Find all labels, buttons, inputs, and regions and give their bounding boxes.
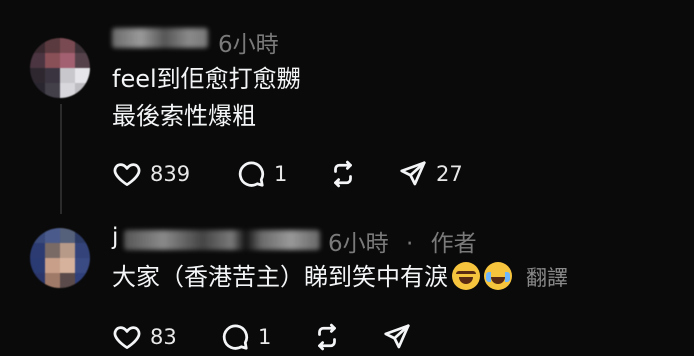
comment-item: j 6小時 · 作者 大家（香港苦主）睇到笑中有淚 翻譯 83 1 <box>0 216 694 356</box>
reply-count: 1 <box>274 162 288 186</box>
avatar[interactable] <box>30 228 90 288</box>
comment-icon <box>238 161 265 187</box>
thread-line <box>60 104 62 214</box>
action-bar: 839 1 27 <box>112 157 478 191</box>
translate-link[interactable]: 翻譯 <box>526 266 568 290</box>
action-bar: 83 1 <box>112 320 442 354</box>
avatar[interactable] <box>30 38 90 98</box>
comment-icon <box>222 324 249 350</box>
comment-text-row: 大家（香港苦主）睇到笑中有淚 翻譯 <box>112 260 568 296</box>
timestamp: 6小時 <box>218 32 279 58</box>
username-initial[interactable]: j <box>112 224 118 250</box>
tears-of-joy-emoji <box>452 262 480 290</box>
reply-button[interactable]: 1 <box>236 157 328 191</box>
heart-icon <box>113 163 141 186</box>
comment-line-1: feel到佢愈打愈嬲 <box>112 65 301 93</box>
author-badge: 作者 <box>430 231 477 257</box>
timestamp: 6小時 <box>328 231 389 257</box>
username-redacted[interactable] <box>112 28 208 48</box>
heart-icon <box>113 326 141 349</box>
meta-separator: · <box>405 231 414 257</box>
timestamp-row: 6小時 · 作者 <box>328 224 477 258</box>
like-count: 839 <box>150 162 191 186</box>
share-icon <box>400 161 426 186</box>
repost-button[interactable] <box>328 157 398 191</box>
like-button[interactable]: 839 <box>112 157 236 191</box>
share-count: 27 <box>436 162 463 186</box>
share-button[interactable]: 27 <box>398 157 478 191</box>
comment-item: 6小時 feel到佢愈打愈嬲 最後索性爆粗 839 1 27 <box>0 0 694 216</box>
reply-count: 1 <box>258 325 272 349</box>
comment-line-2: 最後索性爆粗 <box>112 102 256 130</box>
repost-button[interactable] <box>312 320 382 354</box>
like-count: 83 <box>150 325 177 349</box>
share-button[interactable] <box>382 320 442 354</box>
reply-button[interactable]: 1 <box>220 320 312 354</box>
share-icon <box>384 324 410 349</box>
comment-text: 大家（香港苦主）睇到笑中有淚 <box>112 263 448 291</box>
crying-face-emoji <box>484 262 512 290</box>
repost-icon <box>318 323 336 351</box>
like-button[interactable]: 83 <box>112 320 220 354</box>
repost-icon <box>334 160 352 188</box>
username-redacted[interactable] <box>124 230 320 250</box>
